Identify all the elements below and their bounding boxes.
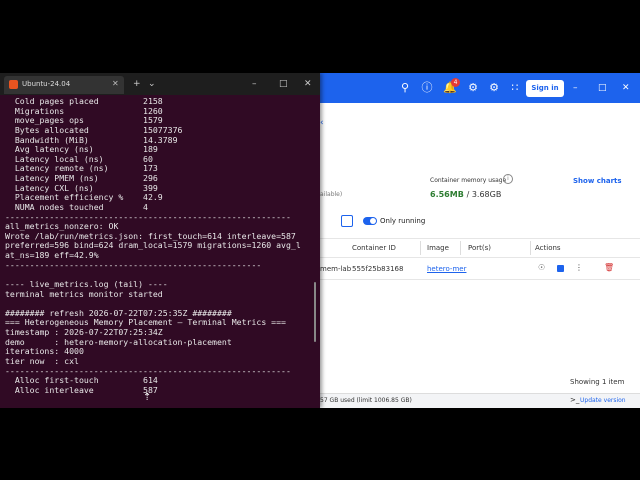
minimize-icon[interactable]: – xyxy=(573,81,578,95)
columns-icon[interactable] xyxy=(341,215,353,227)
container-id: 555f25b83168 xyxy=(352,265,404,273)
containers-view: ‹ ailable) Container memory usage i 6.56… xyxy=(320,103,640,408)
docker-top-bar: ⚲ ⓘ 🔔 4 ⚙ ⚙ ∷ Sign in – □ ✕ xyxy=(320,73,640,103)
search-icon[interactable]: ⚲ xyxy=(398,81,412,95)
header-container-id[interactable]: Container ID xyxy=(352,244,396,252)
ubuntu-icon xyxy=(9,80,18,89)
memory-used: 6.56MB xyxy=(430,190,464,199)
disk-usage-text: 57 GB used (limit 1006.85 GB) xyxy=(320,397,412,404)
memory-total: / 3.68GB xyxy=(466,190,502,199)
showing-count: Showing 1 item xyxy=(570,378,625,386)
collapse-icon[interactable]: ‹ xyxy=(320,118,324,128)
header-image[interactable]: Image xyxy=(427,244,449,252)
terminal-line: terminal metrics monitor started xyxy=(5,288,163,299)
maximize-icon[interactable]: □ xyxy=(279,78,288,90)
tab-close-icon[interactable]: ✕ xyxy=(112,79,119,88)
minimize-icon[interactable]: – xyxy=(252,78,257,90)
close-icon[interactable]: ✕ xyxy=(304,78,312,90)
container-name[interactable]: mem-lab xyxy=(320,265,351,273)
row-bottom-border xyxy=(320,279,640,280)
header-separator xyxy=(420,241,421,255)
terminal-line: Alloc interleave 587 xyxy=(5,384,158,395)
stop-icon[interactable] xyxy=(557,265,564,272)
inspect-icon[interactable]: ☉ xyxy=(538,263,545,272)
terminal-line: ----------------------------------------… xyxy=(5,259,262,270)
table-top-border xyxy=(320,238,640,239)
header-separator xyxy=(460,241,461,255)
delete-icon[interactable]: 🗑 xyxy=(604,263,614,272)
memory-usage-value: 6.56MB / 3.68GB xyxy=(430,190,501,199)
apps-grid-icon[interactable]: ∷ xyxy=(508,81,522,95)
notification-badge: 4 xyxy=(451,78,460,87)
help-icon[interactable]: ⓘ xyxy=(420,81,434,95)
status-footer: 57 GB used (limit 1006.85 GB) >_ Update … xyxy=(320,393,640,408)
mouse-cursor-icon: ⇡ xyxy=(143,392,152,403)
image-link[interactable]: hetero-mer xyxy=(427,265,466,273)
docker-desktop-window: ⚲ ⓘ 🔔 4 ⚙ ⚙ ∷ Sign in – □ ✕ ‹ ailable) C… xyxy=(320,73,640,408)
update-version-link[interactable]: Update version xyxy=(580,397,626,404)
only-running-toggle[interactable] xyxy=(363,217,377,225)
extensions-icon[interactable]: ⚙ xyxy=(466,81,480,95)
sign-in-button[interactable]: Sign in xyxy=(526,80,564,97)
header-ports[interactable]: Port(s) xyxy=(468,244,491,252)
available-label: ailable) xyxy=(320,191,343,198)
header-bottom-border xyxy=(320,257,640,258)
terminal-output[interactable]: Cold pages placed 2158 Migrations 1260 m… xyxy=(5,97,311,408)
only-running-label: Only running xyxy=(380,217,426,225)
settings-icon[interactable]: ⚙ xyxy=(487,81,501,95)
terminal-window[interactable]: Ubuntu-24.04 ✕ + ⌄ – □ ✕ Cold pages plac… xyxy=(0,73,320,408)
terminal-scrollbar[interactable] xyxy=(314,282,316,342)
more-options-icon[interactable]: ⋮ xyxy=(575,263,583,272)
show-charts-link[interactable]: Show charts xyxy=(573,177,622,185)
header-actions: Actions xyxy=(535,244,561,252)
header-separator xyxy=(530,241,531,255)
terminal-titlebar: Ubuntu-24.04 ✕ + ⌄ – □ ✕ xyxy=(0,73,320,95)
new-tab-icon[interactable]: + xyxy=(133,78,141,90)
terminal-tab[interactable]: Ubuntu-24.04 ✕ xyxy=(4,76,124,94)
maximize-icon[interactable]: □ xyxy=(598,81,607,95)
close-icon[interactable]: ✕ xyxy=(622,81,630,95)
tab-title: Ubuntu-24.04 xyxy=(22,80,71,88)
container-memory-usage-label: Container memory usage xyxy=(430,177,507,184)
info-icon[interactable]: i xyxy=(503,174,513,184)
terminal-icon[interactable]: >_ xyxy=(570,396,579,404)
chevron-down-icon[interactable]: ⌄ xyxy=(148,78,156,90)
